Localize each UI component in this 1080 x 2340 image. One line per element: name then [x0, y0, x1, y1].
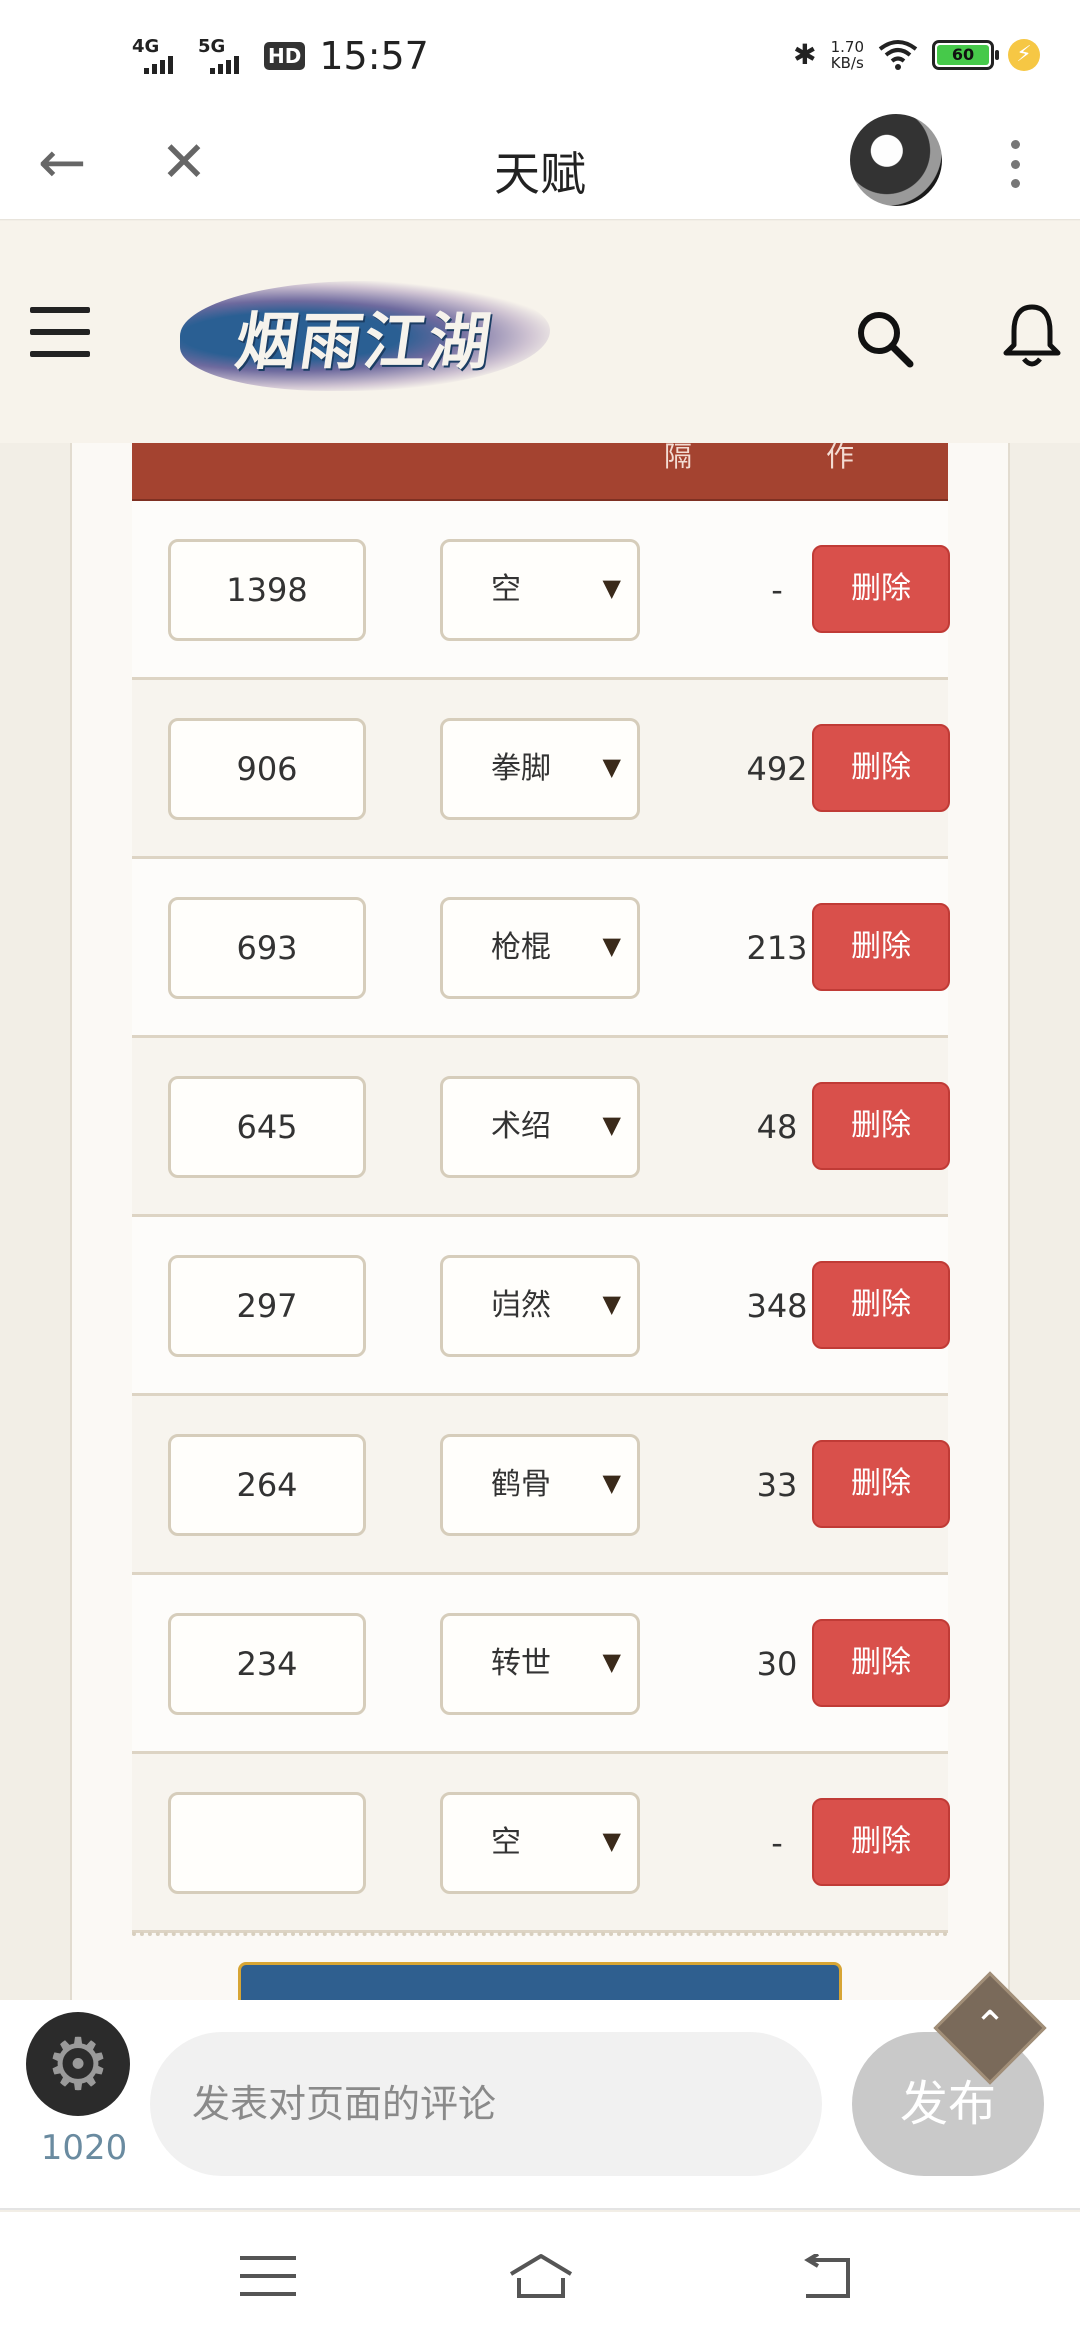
wifi-icon — [878, 39, 918, 70]
delete-button[interactable]: 删除 — [812, 1798, 950, 1886]
bluetooth-icon: ✱ — [793, 38, 817, 71]
select-value: 转世 — [491, 1646, 551, 1681]
table-row: 693 枪棍 ▼ 213 删除 — [132, 859, 950, 1038]
dropdown-arrow-icon: ▼ — [602, 1290, 621, 1318]
table-row: 234 转世 ▼ 30 删除 — [132, 1575, 950, 1754]
talent-type-select[interactable]: 鹤骨 ▼ — [440, 1434, 640, 1536]
table-row: 1398 空 ▼ - 删除 — [132, 501, 950, 680]
select-value: 空 — [491, 1825, 521, 1860]
counter-value: 1020 — [40, 2128, 128, 2168]
dropdown-arrow-icon: ▼ — [602, 574, 621, 602]
talent-type-select[interactable]: 拳脚 ▼ — [440, 718, 640, 820]
talent-type-select[interactable]: 岿然 ▼ — [440, 1255, 640, 1357]
avatar[interactable] — [850, 114, 942, 206]
divider — [132, 1932, 948, 1936]
hd-voice-icon: HD — [264, 42, 306, 70]
talent-value-input[interactable]: 1398 — [168, 539, 366, 641]
talent-value-input[interactable]: 906 — [168, 718, 366, 820]
talent-value-input[interactable]: 264 — [168, 1434, 366, 1536]
speed-value: 1.70 — [830, 37, 864, 56]
signal-4g-icon: 4G — [132, 36, 184, 76]
signal-5g-icon: 5G — [198, 36, 250, 76]
select-value: 鹤骨 — [491, 1467, 551, 1502]
dropdown-arrow-icon: ▼ — [602, 1827, 621, 1855]
table-row: 645 术绍 ▼ 48 删除 — [132, 1038, 950, 1217]
delete-button[interactable]: 删除 — [812, 1261, 950, 1349]
dropdown-arrow-icon: ▼ — [602, 1469, 621, 1497]
talent-value-input[interactable] — [168, 1792, 366, 1894]
table-body: 1398 空 ▼ - 删除 906 拳脚 ▼ 492 删除 693 枪棍 ▼ 213 … — [132, 501, 950, 1933]
table-row: 264 鹤骨 ▼ 33 删除 — [132, 1396, 950, 1575]
app-title-bar: ← ✕ 天赋 — [0, 110, 1080, 220]
delete-button[interactable]: 删除 — [812, 1082, 950, 1170]
talent-table: 隔 作 1398 空 ▼ - 删除 906 拳脚 ▼ 492 删除 693 枪棍 ▼ … — [132, 440, 950, 1933]
more-options-icon[interactable] — [1000, 132, 1030, 196]
dropdown-arrow-icon: ▼ — [602, 1111, 621, 1139]
talent-type-select[interactable]: 空 ▼ — [440, 1792, 640, 1894]
talent-type-select[interactable]: 转世 ▼ — [440, 1613, 640, 1715]
dropdown-arrow-icon: ▼ — [602, 1648, 621, 1676]
select-value: 岿然 — [491, 1288, 551, 1323]
search-icon[interactable] — [852, 306, 916, 370]
menu-icon[interactable] — [30, 307, 90, 357]
table-row: 297 岿然 ▼ 348 删除 — [132, 1217, 950, 1396]
delete-button[interactable]: 删除 — [812, 1619, 950, 1707]
home-icon[interactable] — [505, 2252, 577, 2300]
talent-type-select[interactable]: 术绍 ▼ — [440, 1076, 640, 1178]
talent-value-input[interactable]: 693 — [168, 897, 366, 999]
select-value: 术绍 — [491, 1109, 551, 1144]
delete-button[interactable]: 删除 — [812, 724, 950, 812]
comment-bar: ⚙ 1020 发表对页面的评论 发布 ⌃ — [0, 1971, 1080, 2210]
site-header: 烟雨江湖 — [0, 221, 1080, 443]
talent-value-input[interactable]: 234 — [168, 1613, 366, 1715]
battery-level: 60 — [937, 44, 989, 65]
comment-input[interactable]: 发表对页面的评论 — [150, 2032, 822, 2176]
network-speed: 1.70 KB/s — [831, 39, 864, 71]
charging-icon: ⚡ — [1008, 38, 1040, 71]
system-nav-bar — [0, 2212, 1080, 2340]
chevron-up-icon: ⌃ — [973, 2003, 1007, 2049]
dropdown-arrow-icon: ▼ — [602, 753, 621, 781]
network-label: 4G — [132, 36, 160, 57]
header-action-label: 作 — [826, 440, 855, 473]
select-value: 空 — [491, 572, 521, 607]
talent-value-input[interactable]: 645 — [168, 1076, 366, 1178]
delete-button[interactable]: 删除 — [812, 545, 950, 633]
select-value: 枪棍 — [491, 930, 551, 965]
clock: 15:57 — [319, 34, 429, 78]
table-header: 隔 作 — [132, 440, 948, 501]
notification-bell-icon[interactable] — [1000, 301, 1064, 369]
delete-button[interactable]: 删除 — [812, 903, 950, 991]
select-value: 拳脚 — [491, 751, 551, 786]
speed-unit: KB/s — [830, 53, 864, 72]
gear-icon[interactable]: ⚙ — [26, 2012, 130, 2116]
site-logo[interactable]: 烟雨江湖 — [180, 281, 550, 391]
recent-apps-icon[interactable] — [240, 2256, 296, 2296]
network-label: 5G — [198, 36, 226, 57]
table-row: 906 拳脚 ▼ 492 删除 — [132, 680, 950, 859]
battery-icon: 60 — [932, 39, 999, 70]
logo-text: 烟雨江湖 — [231, 305, 498, 378]
talent-type-select[interactable]: 枪棍 ▼ — [440, 897, 640, 999]
back-icon[interactable] — [798, 2254, 854, 2300]
delete-button[interactable]: 删除 — [812, 1440, 950, 1528]
talent-value-input[interactable]: 297 — [168, 1255, 366, 1357]
status-bar: 4G 5G HD 15:57 ✱ 1.70 KB/s 60 ⚡ — [0, 0, 1080, 110]
talent-type-select[interactable]: 空 ▼ — [440, 539, 640, 641]
header-gap-label: 隔 — [664, 440, 693, 473]
dropdown-arrow-icon: ▼ — [602, 932, 621, 960]
table-row: 空 ▼ - 删除 — [132, 1754, 950, 1933]
